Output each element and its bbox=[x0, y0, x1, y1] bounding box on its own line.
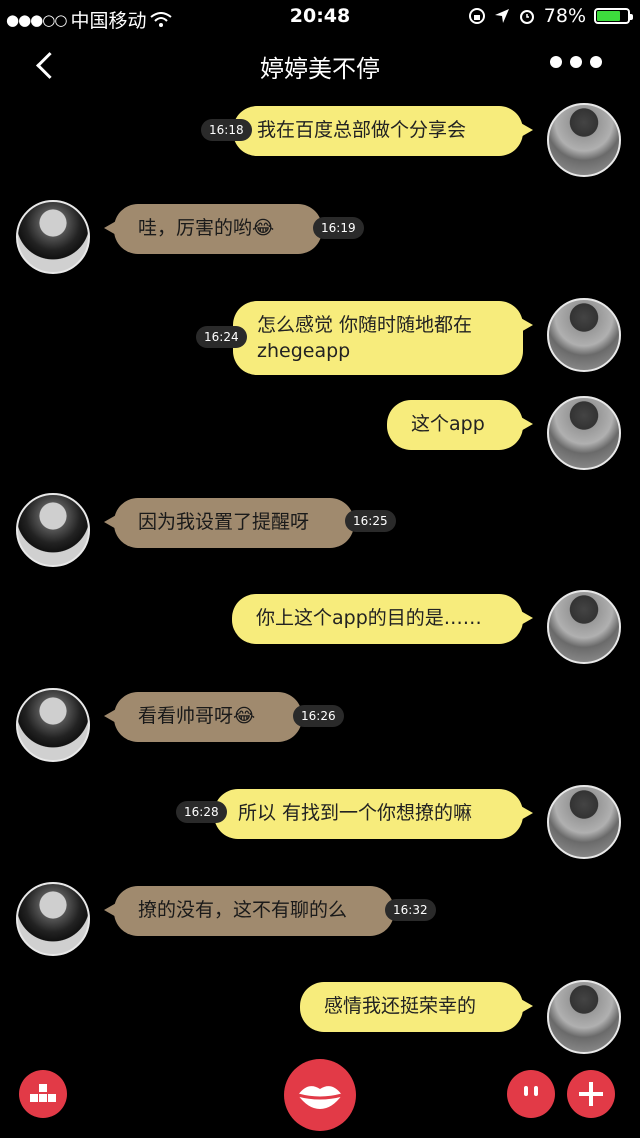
lips-icon bbox=[297, 1086, 343, 1109]
my-avatar[interactable] bbox=[547, 298, 621, 372]
more-options-button[interactable] bbox=[550, 56, 602, 68]
message-timestamp: 16:24 bbox=[196, 326, 247, 348]
rotation-lock-icon bbox=[468, 8, 485, 24]
contact-avatar[interactable] bbox=[16, 688, 90, 762]
my-avatar[interactable] bbox=[547, 590, 621, 664]
message-bubble[interactable]: 我在百度总部做个分享会 bbox=[233, 106, 533, 156]
message-bubble[interactable]: 撩的没有，这不有聊的么 bbox=[104, 886, 394, 936]
message-timestamp: 16:25 bbox=[345, 510, 396, 532]
dot-icon bbox=[550, 56, 562, 68]
plus-icon bbox=[579, 1082, 603, 1106]
message-bubble[interactable]: 你上这个app的目的是…… bbox=[232, 594, 533, 644]
kiss-button[interactable] bbox=[284, 1059, 356, 1131]
status-bar: ●●●○○ 中国移动 20:48 78% bbox=[0, 0, 640, 34]
message-bubble[interactable]: 怎么感觉 你随时随地都在 zhegeapp bbox=[233, 301, 533, 375]
message-bubble[interactable]: 感情我还挺荣幸的 bbox=[300, 982, 533, 1032]
message-timestamp: 16:18 bbox=[201, 119, 252, 141]
message-timestamp: 16:26 bbox=[293, 705, 344, 727]
blocks-icon bbox=[30, 1084, 56, 1102]
my-avatar[interactable] bbox=[547, 396, 621, 470]
nav-bar: 婷婷美不停 bbox=[0, 34, 640, 96]
message-bubble[interactable]: 所以 有找到一个你想撩的嘛 bbox=[214, 789, 533, 839]
dot-icon bbox=[570, 56, 582, 68]
chat-title: 婷婷美不停 bbox=[260, 55, 380, 83]
my-avatar[interactable] bbox=[547, 103, 621, 177]
contact-avatar[interactable] bbox=[16, 200, 90, 274]
message-timestamp: 16:19 bbox=[313, 217, 364, 239]
alarm-icon bbox=[519, 10, 534, 24]
location-icon bbox=[494, 9, 509, 23]
battery-percent: 78% bbox=[543, 5, 586, 27]
message-bubble[interactable]: 因为我设置了提醒呀 bbox=[104, 498, 354, 548]
message-timestamp: 16:32 bbox=[385, 899, 436, 921]
contact-avatar[interactable] bbox=[16, 493, 90, 567]
my-avatar[interactable] bbox=[547, 785, 621, 859]
message-timestamp: 16:28 bbox=[176, 801, 227, 823]
message-bubble[interactable]: 看看帅哥呀😂 bbox=[104, 692, 302, 742]
contact-avatar[interactable] bbox=[16, 882, 90, 956]
face-icon bbox=[524, 1086, 538, 1096]
message-bubble[interactable]: 这个app bbox=[387, 400, 533, 450]
dot-icon bbox=[590, 56, 602, 68]
my-avatar[interactable] bbox=[547, 980, 621, 1054]
apps-button[interactable] bbox=[19, 1070, 67, 1118]
emoji-button[interactable] bbox=[507, 1070, 555, 1118]
add-button[interactable] bbox=[567, 1070, 615, 1118]
battery-icon bbox=[594, 8, 633, 24]
message-bubble[interactable]: 哇，厉害的哟😂 bbox=[104, 204, 322, 254]
